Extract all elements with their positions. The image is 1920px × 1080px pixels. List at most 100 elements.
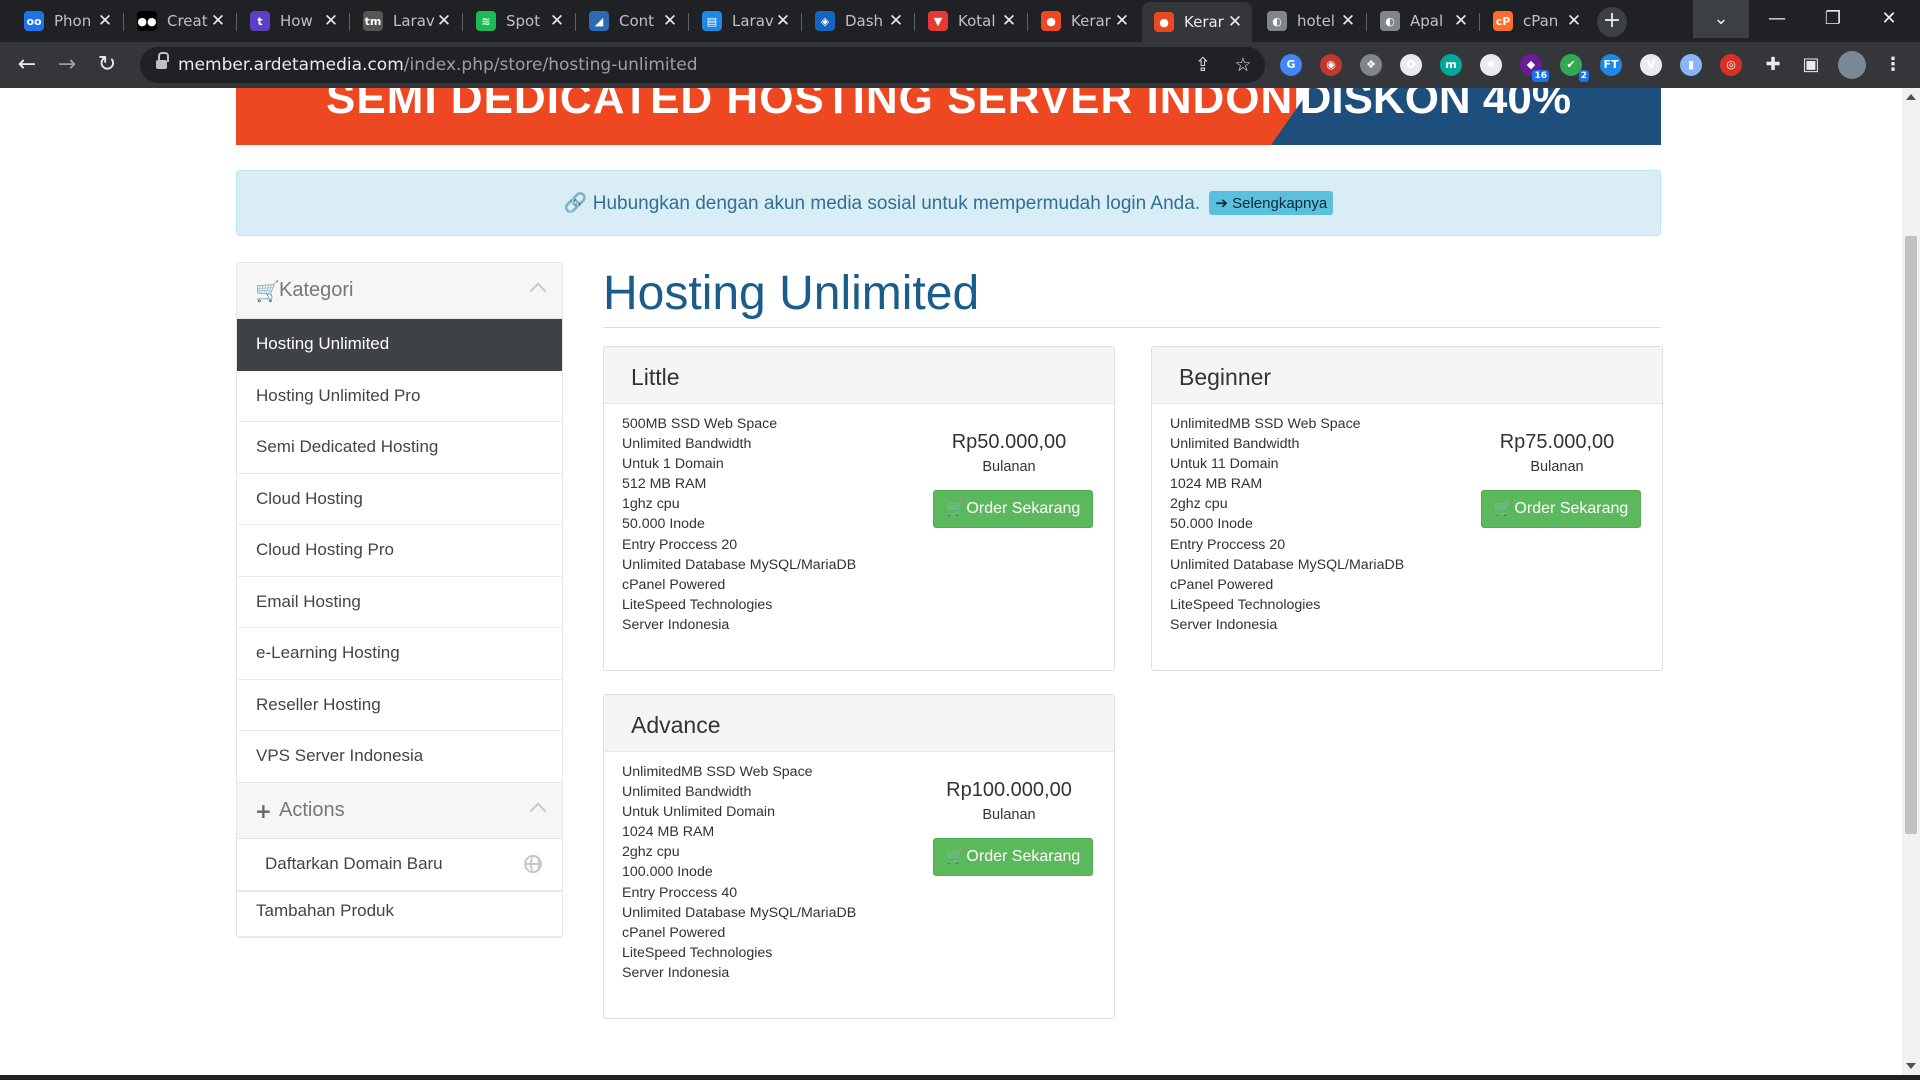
product-feature-list: 500MB SSD Web Space Unlimited Bandwidth Un… [622,414,856,635]
tab-close-icon[interactable]: ✕ [1226,12,1244,32]
category-item[interactable]: Tambahan Produk [237,886,562,937]
scroll-down-arrow-icon[interactable] [1906,1063,1916,1069]
close-window-button[interactable]: ✕ [1861,0,1917,38]
tab-close-icon[interactable]: ✕ [1565,11,1583,31]
url-text[interactable]: member.ardetamedia.com/index.php/store/h… [178,55,698,75]
tab-close-icon[interactable]: ✕ [774,11,792,31]
browser-tab[interactable]: ● Kerar ✕ [1029,6,1139,36]
tab-close-icon[interactable]: ✕ [322,11,340,31]
side-panel-icon[interactable]: ▣ [1800,54,1822,76]
browser-tab[interactable]: ▤ Larav ✕ [690,6,800,36]
product-feature: Unlimited Database MySQL/MariaDB [1170,556,1405,573]
chevron-up-icon[interactable] [529,282,547,300]
browser-menu-icon[interactable]: ⋮ [1882,54,1904,76]
actions-panel-header[interactable]: + Actions [237,783,562,839]
page-scrollbar[interactable] [1902,88,1920,1075]
product-feature: Unlimited Bandwidth [622,436,752,453]
settings-extension-icon[interactable]: ✹ [1480,54,1502,76]
tab-title: Kerar [1071,12,1111,30]
banner-discount: DISKON 40% [1299,88,1571,123]
category-label: Reseller Hosting [256,694,381,714]
learn-more-button[interactable]: ➔ Selengkapnya [1209,191,1334,215]
share-icon[interactable]: ⇪ [1192,54,1214,76]
link-icon: 🔗 [563,193,588,214]
shopping-cart-icon: 🛒 [1493,500,1513,517]
promo-banner[interactable]: SEMI DEDICATED HOSTING SERVER INDONESIA … [236,88,1661,145]
tab-separator [914,13,915,31]
order-now-button[interactable]: 🛒 Order Sekarang [1481,490,1641,528]
tab-search-chevron-icon[interactable]: ⌄ [1693,0,1749,38]
address-bar[interactable]: member.ardetamedia.com/index.php/store/h… [140,47,1265,83]
product-feature: Untuk 11 Domain [1170,456,1279,473]
bookmark-star-icon[interactable]: ☆ [1232,54,1254,76]
category-panel-header[interactable]: 🛒 Kategori [237,263,562,319]
browser-tab-strip: oo Phon ✕ ●● Creat ✕ t How ✕ tm Larav ✕ ≋ Spot ✕ ◢ Cont ✕… [0,0,1920,42]
browser-tab[interactable]: ◢ Cont ✕ [577,6,687,36]
browser-tab[interactable]: ◐ Apal ✕ [1368,6,1478,36]
chevron-up-icon[interactable] [529,802,547,820]
category-item[interactable]: Cloud Hosting Pro [237,525,562,577]
order-now-button[interactable]: 🛒 Order Sekarang [933,838,1093,876]
category-item[interactable]: Cloud Hosting [237,474,562,525]
forward-button[interactable]: → [50,48,84,82]
tab-close-icon[interactable]: ✕ [96,11,114,31]
tab-separator [123,13,124,31]
product-feature: UnlimitedMB SSD Web Space [1170,416,1361,432]
category-item[interactable]: Hosting Unlimited [237,319,562,371]
privacy-badger-icon[interactable]: ◉ [1320,54,1342,76]
product-feature: LiteSpeed Technologies [622,944,773,961]
order-button-label: Order Sekarang [966,500,1081,517]
back-button[interactable]: ← [10,48,44,82]
m-extension-icon[interactable]: m [1440,54,1462,76]
scroll-up-arrow-icon[interactable] [1906,94,1916,100]
action-item[interactable]: Daftarkan Domain Baru [237,839,562,891]
category-item[interactable]: Hosting Unlimited Pro [237,371,562,422]
scrollbar-thumb[interactable] [1905,236,1917,834]
ft-extension-icon[interactable]: FT [1600,54,1622,76]
browser-tab[interactable]: ≋ Spot ✕ [464,6,574,36]
category-item[interactable]: e-Learning Hosting [237,628,562,680]
tab-close-icon[interactable]: ✕ [1339,11,1357,31]
tab-title: Kotal [958,12,996,30]
profile-avatar[interactable] [1838,51,1866,79]
category-item[interactable]: Reseller Hosting [237,680,562,731]
browser-tab[interactable]: ● Kerar ✕ [1142,2,1252,42]
category-item[interactable]: VPS Server Indonesia [237,731,562,783]
browser-tab[interactable]: oo Phon ✕ [12,6,122,36]
vue-devtools-icon[interactable]: V [1640,54,1662,76]
tab-close-icon[interactable]: ✕ [1113,11,1131,31]
product-feature: 100.000 Inode [622,864,713,881]
browser-tab[interactable]: ●● Creat ✕ [125,6,235,36]
tab-close-icon[interactable]: ✕ [435,11,453,31]
red-eye-extension-icon[interactable]: ◎ [1720,54,1742,76]
shield-check-extension-icon[interactable]: ✔ 2 [1560,54,1589,82]
new-tab-button[interactable]: + [1597,7,1627,37]
tab-close-icon[interactable]: ✕ [661,11,679,31]
minimize-button[interactable]: — [1749,0,1805,38]
o-extension-icon[interactable]: O [1400,54,1422,76]
browser-tab[interactable]: ▼ Kotal ✕ [916,6,1026,36]
browser-tab[interactable]: ◈ Dash ✕ [803,6,913,36]
tab-close-icon[interactable]: ✕ [548,11,566,31]
tab-close-icon[interactable]: ✕ [1000,11,1018,31]
tab-close-icon[interactable]: ✕ [1452,11,1470,31]
browser-tab[interactable]: t How ✕ [238,6,348,36]
restore-button[interactable]: ❐ [1805,0,1861,38]
google-translate-icon[interactable]: G [1280,54,1302,76]
dropbox-icon[interactable]: ❖ [1360,54,1382,76]
lock-icon[interactable] [156,52,169,71]
reload-button[interactable]: ↻ [90,48,124,82]
category-item[interactable]: Email Hosting [237,577,562,628]
order-now-button[interactable]: 🛒 Order Sekarang [933,490,1093,528]
extension-glyph: G [1286,58,1296,71]
browser-tab[interactable]: tm Larav ✕ [351,6,461,36]
tab-close-icon[interactable]: ✕ [887,11,905,31]
extensions-puzzle-icon[interactable]: ✚ [1762,54,1784,76]
docs-extension-icon[interactable]: ▮ [1680,54,1702,76]
product-feature: 512 MB RAM [622,476,707,493]
tab-close-icon[interactable]: ✕ [209,11,227,31]
browser-tab[interactable]: cP cPan ✕ [1481,6,1591,36]
purple-extension-icon[interactable]: ◆ 16 [1520,54,1549,82]
category-item[interactable]: Semi Dedicated Hosting [237,422,562,474]
browser-tab[interactable]: ◐ hotel ✕ [1255,6,1365,36]
